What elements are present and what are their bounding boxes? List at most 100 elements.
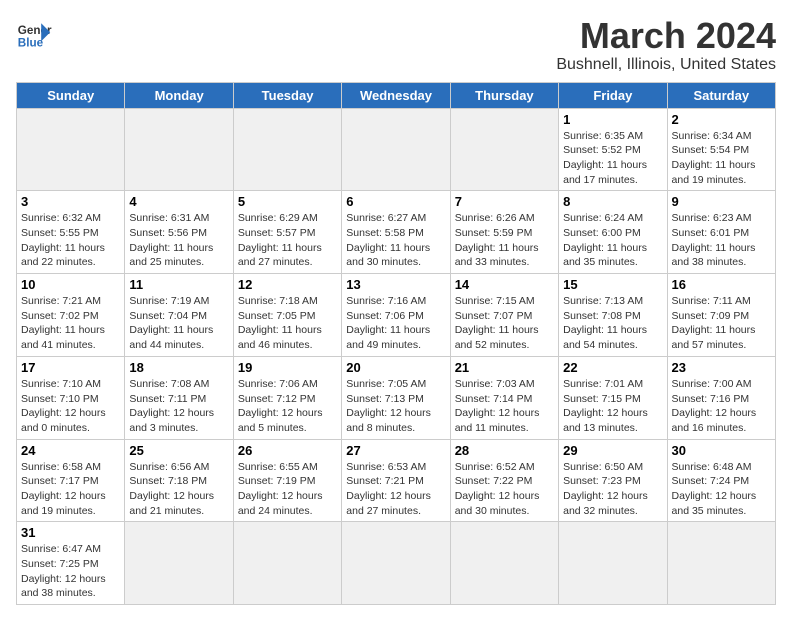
date-number: 30 xyxy=(672,443,771,458)
day-info: Sunrise: 6:56 AM Sunset: 7:18 PM Dayligh… xyxy=(129,460,228,519)
date-number: 5 xyxy=(238,194,337,209)
date-number: 6 xyxy=(346,194,445,209)
header: General Blue March 2024 Bushnell, Illino… xyxy=(16,16,776,74)
week-row-4: 17 Sunrise: 7:10 AM Sunset: 7:10 PM Dayli… xyxy=(17,356,776,439)
weekday-wednesday: Wednesday xyxy=(342,82,450,108)
calendar-cell xyxy=(125,108,233,191)
date-number: 3 xyxy=(21,194,120,209)
title-section: March 2024 Bushnell, Illinois, United St… xyxy=(556,16,776,74)
date-number: 17 xyxy=(21,360,120,375)
calendar-cell: 17 Sunrise: 7:10 AM Sunset: 7:10 PM Dayli… xyxy=(17,356,125,439)
calendar-cell: 4Sunrise: 6:31 AM Sunset: 5:56 PM Daylig… xyxy=(125,191,233,274)
logo-icon: General Blue xyxy=(16,16,52,52)
calendar-cell: 1 Sunrise: 6:35 AM Sunset: 5:52 PM Daylig… xyxy=(559,108,667,191)
date-number: 7 xyxy=(455,194,554,209)
calendar-cell: 20Sunrise: 7:05 AM Sunset: 7:13 PM Dayli… xyxy=(342,356,450,439)
day-info: Sunrise: 7:18 AM Sunset: 7:05 PM Dayligh… xyxy=(238,294,337,353)
calendar-cell: 13 Sunrise: 7:16 AM Sunset: 7:06 PM Dayli… xyxy=(342,274,450,357)
day-info: Sunrise: 7:05 AM Sunset: 7:13 PM Dayligh… xyxy=(346,377,445,436)
svg-text:Blue: Blue xyxy=(18,37,44,50)
day-info: Sunrise: 6:24 AM Sunset: 6:00 PM Dayligh… xyxy=(563,211,662,270)
date-number: 1 xyxy=(563,112,662,127)
day-info: Sunrise: 7:21 AM Sunset: 7:02 PM Dayligh… xyxy=(21,294,120,353)
day-info: Sunrise: 7:10 AM Sunset: 7:10 PM Dayligh… xyxy=(21,377,120,436)
date-number: 15 xyxy=(563,277,662,292)
calendar-cell: 21Sunrise: 7:03 AM Sunset: 7:14 PM Dayli… xyxy=(450,356,558,439)
calendar-table: SundayMondayTuesdayWednesdayThursdayFrid… xyxy=(16,82,776,606)
calendar-cell: 9 Sunrise: 6:23 AM Sunset: 6:01 PM Daylig… xyxy=(667,191,775,274)
day-info: Sunrise: 7:16 AM Sunset: 7:06 PM Dayligh… xyxy=(346,294,445,353)
calendar-cell: 7 Sunrise: 6:26 AM Sunset: 5:59 PM Daylig… xyxy=(450,191,558,274)
calendar-cell: 12Sunrise: 7:18 AM Sunset: 7:05 PM Dayli… xyxy=(233,274,341,357)
day-info: Sunrise: 7:15 AM Sunset: 7:07 PM Dayligh… xyxy=(455,294,554,353)
day-info: Sunrise: 6:34 AM Sunset: 5:54 PM Dayligh… xyxy=(672,129,771,188)
date-number: 8 xyxy=(563,194,662,209)
weekday-friday: Friday xyxy=(559,82,667,108)
calendar-cell xyxy=(125,522,233,605)
day-info: Sunrise: 6:27 AM Sunset: 5:58 PM Dayligh… xyxy=(346,211,445,270)
date-number: 24 xyxy=(21,443,120,458)
date-number: 14 xyxy=(455,277,554,292)
date-number: 19 xyxy=(238,360,337,375)
calendar-cell: 16Sunrise: 7:11 AM Sunset: 7:09 PM Dayli… xyxy=(667,274,775,357)
calendar-cell: 3Sunrise: 6:32 AM Sunset: 5:55 PM Daylig… xyxy=(17,191,125,274)
calendar-cell xyxy=(233,522,341,605)
weekday-saturday: Saturday xyxy=(667,82,775,108)
week-row-5: 24 Sunrise: 6:58 AM Sunset: 7:17 PM Dayli… xyxy=(17,439,776,522)
calendar-cell: 23Sunrise: 7:00 AM Sunset: 7:16 PM Dayli… xyxy=(667,356,775,439)
day-info: Sunrise: 6:47 AM Sunset: 7:25 PM Dayligh… xyxy=(21,542,120,601)
date-number: 31 xyxy=(21,525,120,540)
day-info: Sunrise: 6:29 AM Sunset: 5:57 PM Dayligh… xyxy=(238,211,337,270)
calendar-subtitle: Bushnell, Illinois, United States xyxy=(556,56,776,74)
day-info: Sunrise: 6:55 AM Sunset: 7:19 PM Dayligh… xyxy=(238,460,337,519)
week-row-2: 3Sunrise: 6:32 AM Sunset: 5:55 PM Daylig… xyxy=(17,191,776,274)
calendar-cell xyxy=(450,522,558,605)
calendar-cell: 28 Sunrise: 6:52 AM Sunset: 7:22 PM Dayli… xyxy=(450,439,558,522)
weekday-sunday: Sunday xyxy=(17,82,125,108)
day-info: Sunrise: 6:50 AM Sunset: 7:23 PM Dayligh… xyxy=(563,460,662,519)
calendar-cell: 5 Sunrise: 6:29 AM Sunset: 5:57 PM Daylig… xyxy=(233,191,341,274)
date-number: 25 xyxy=(129,443,228,458)
calendar-title: March 2024 xyxy=(556,16,776,56)
calendar-cell xyxy=(233,108,341,191)
weekday-header-row: SundayMondayTuesdayWednesdayThursdayFrid… xyxy=(17,82,776,108)
weekday-monday: Monday xyxy=(125,82,233,108)
date-number: 23 xyxy=(672,360,771,375)
weekday-tuesday: Tuesday xyxy=(233,82,341,108)
day-info: Sunrise: 7:01 AM Sunset: 7:15 PM Dayligh… xyxy=(563,377,662,436)
date-number: 11 xyxy=(129,277,228,292)
day-info: Sunrise: 6:26 AM Sunset: 5:59 PM Dayligh… xyxy=(455,211,554,270)
day-info: Sunrise: 7:13 AM Sunset: 7:08 PM Dayligh… xyxy=(563,294,662,353)
date-number: 13 xyxy=(346,277,445,292)
calendar-cell: 19 Sunrise: 7:06 AM Sunset: 7:12 PM Dayli… xyxy=(233,356,341,439)
calendar-cell: 2 Sunrise: 6:34 AM Sunset: 5:54 PM Daylig… xyxy=(667,108,775,191)
day-info: Sunrise: 6:52 AM Sunset: 7:22 PM Dayligh… xyxy=(455,460,554,519)
calendar-cell xyxy=(17,108,125,191)
date-number: 27 xyxy=(346,443,445,458)
calendar-cell: 29Sunrise: 6:50 AM Sunset: 7:23 PM Dayli… xyxy=(559,439,667,522)
day-info: Sunrise: 6:35 AM Sunset: 5:52 PM Dayligh… xyxy=(563,129,662,188)
day-info: Sunrise: 7:03 AM Sunset: 7:14 PM Dayligh… xyxy=(455,377,554,436)
date-number: 2 xyxy=(672,112,771,127)
date-number: 4 xyxy=(129,194,228,209)
calendar-cell: 22 Sunrise: 7:01 AM Sunset: 7:15 PM Dayli… xyxy=(559,356,667,439)
weekday-thursday: Thursday xyxy=(450,82,558,108)
day-info: Sunrise: 6:23 AM Sunset: 6:01 PM Dayligh… xyxy=(672,211,771,270)
date-number: 22 xyxy=(563,360,662,375)
day-info: Sunrise: 7:06 AM Sunset: 7:12 PM Dayligh… xyxy=(238,377,337,436)
week-row-3: 10Sunrise: 7:21 AM Sunset: 7:02 PM Dayli… xyxy=(17,274,776,357)
date-number: 28 xyxy=(455,443,554,458)
day-info: Sunrise: 6:58 AM Sunset: 7:17 PM Dayligh… xyxy=(21,460,120,519)
calendar-cell: 18Sunrise: 7:08 AM Sunset: 7:11 PM Dayli… xyxy=(125,356,233,439)
calendar-cell xyxy=(667,522,775,605)
date-number: 9 xyxy=(672,194,771,209)
date-number: 16 xyxy=(672,277,771,292)
week-row-6: 31 Sunrise: 6:47 AM Sunset: 7:25 PM Dayli… xyxy=(17,522,776,605)
calendar-cell: 11Sunrise: 7:19 AM Sunset: 7:04 PM Dayli… xyxy=(125,274,233,357)
date-number: 18 xyxy=(129,360,228,375)
calendar-cell: 14 Sunrise: 7:15 AM Sunset: 7:07 PM Dayli… xyxy=(450,274,558,357)
week-row-1: 1 Sunrise: 6:35 AM Sunset: 5:52 PM Daylig… xyxy=(17,108,776,191)
calendar-body: 1 Sunrise: 6:35 AM Sunset: 5:52 PM Daylig… xyxy=(17,108,776,605)
calendar-cell xyxy=(450,108,558,191)
calendar-cell: 26Sunrise: 6:55 AM Sunset: 7:19 PM Dayli… xyxy=(233,439,341,522)
